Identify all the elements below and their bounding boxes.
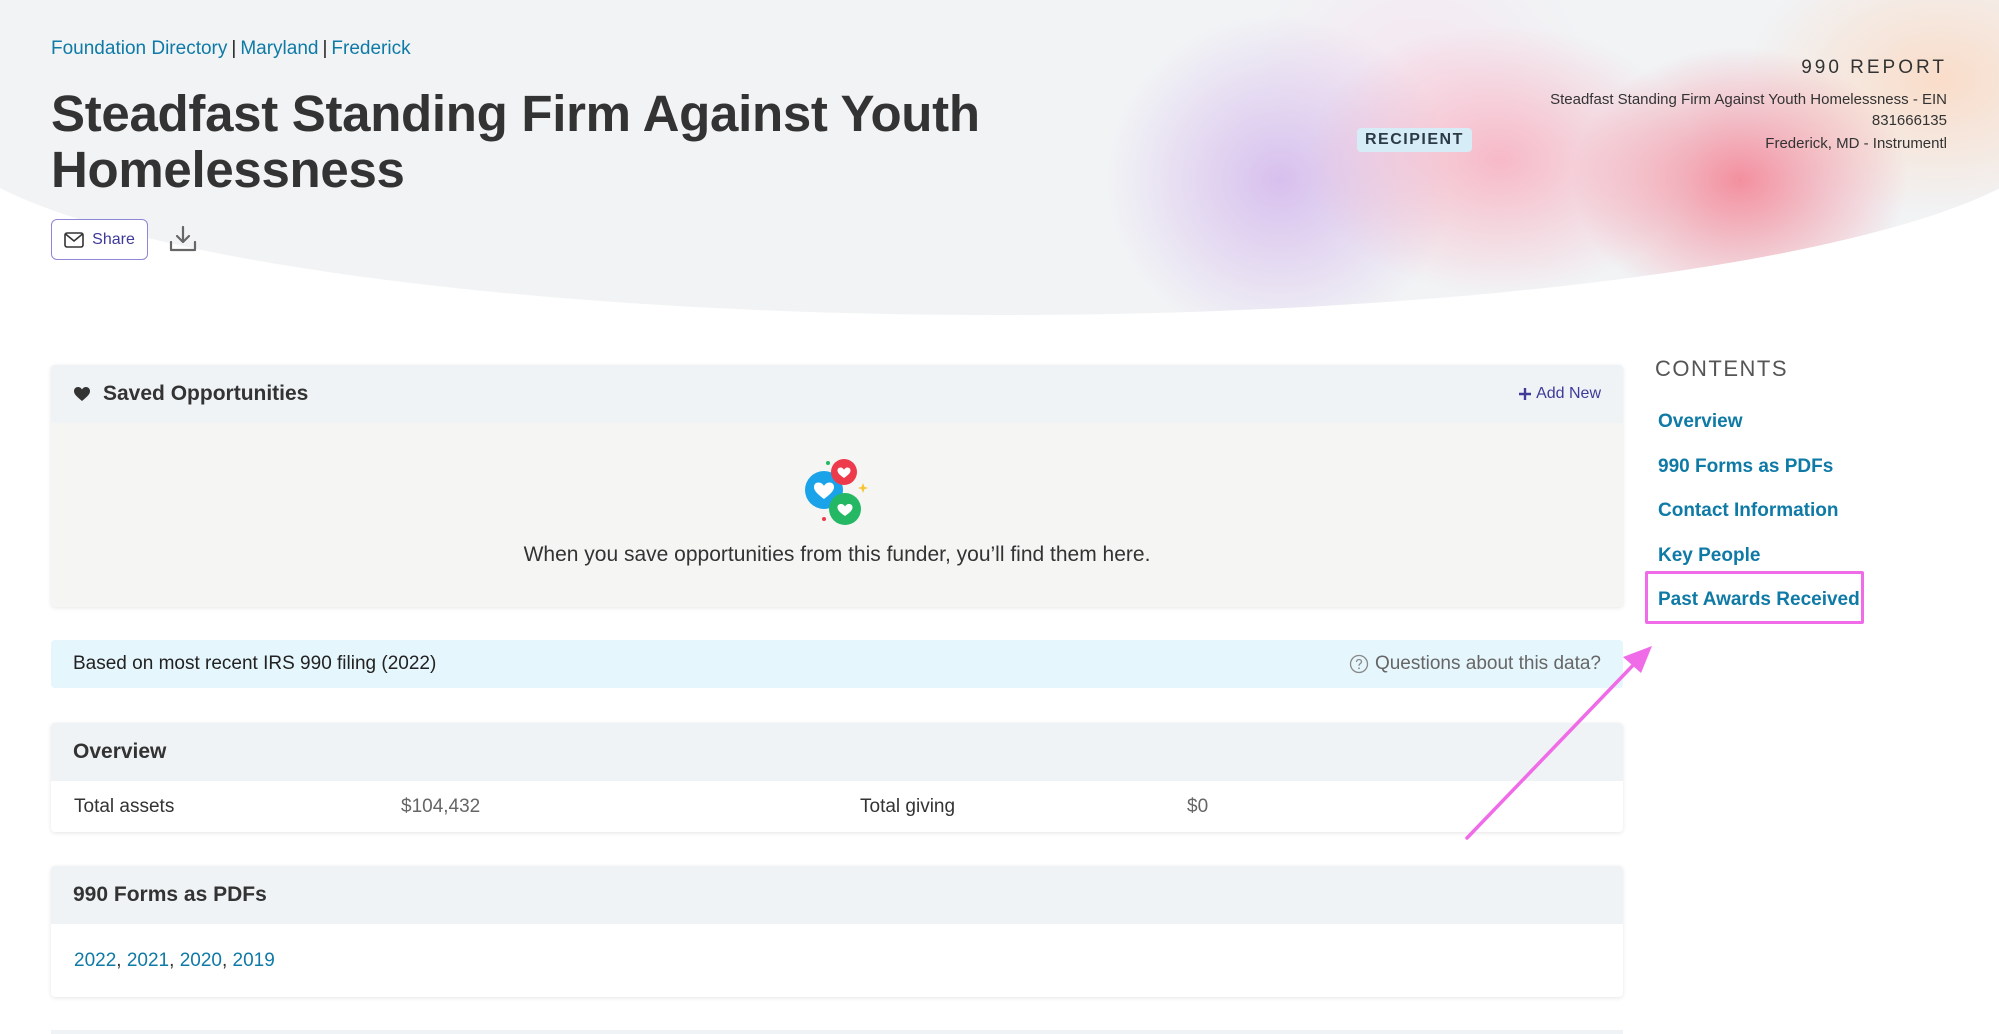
toc-item-990-forms[interactable]: 990 Forms as PDFs — [1658, 450, 1860, 495]
questions-label: Questions about this data? — [1374, 653, 1601, 674]
recipient-badge: RECIPIENT — [1357, 128, 1472, 152]
toc-item-contact-information[interactable]: Contact Information — [1658, 494, 1860, 539]
report-info: 990 REPORT Steadfast Standing Firm Again… — [1527, 57, 1947, 154]
share-button[interactable]: Share — [51, 219, 148, 260]
form-link-2021[interactable]: 2021 — [127, 950, 169, 971]
form-link-2020[interactable]: 2020 — [180, 950, 222, 971]
download-icon[interactable] — [168, 224, 198, 254]
mail-icon — [64, 231, 84, 248]
add-new-button[interactable]: Add New — [1518, 385, 1601, 403]
forms-pdf-card: 990 Forms as PDFs 2022, 2021, 2020, 2019 — [51, 866, 1623, 997]
annotation-highlight-box — [1645, 571, 1864, 624]
saved-opportunities-title: Saved Opportunities — [103, 382, 309, 405]
toc-item-overview[interactable]: Overview — [1658, 405, 1860, 450]
report-ein-number: 831666135 — [1871, 112, 1947, 129]
add-new-label: Add New — [1536, 385, 1601, 402]
report-title: 990 REPORT — [1801, 57, 1947, 78]
plus-icon — [1519, 388, 1532, 400]
breadcrumb-maryland[interactable]: Maryland — [240, 38, 318, 59]
share-label: Share — [92, 230, 135, 248]
breadcrumb-foundation-directory[interactable]: Foundation Directory — [51, 38, 227, 59]
total-giving-value: $0 — [1187, 795, 1209, 817]
next-section-card — [51, 1030, 1623, 1034]
report-location: Frederick, MD - Instrumentl — [1765, 135, 1947, 152]
overview-header: Overview — [51, 723, 1623, 781]
saved-hearts-illustration-icon — [805, 459, 869, 525]
filing-info-text: Based on most recent IRS 990 filing (202… — [73, 653, 437, 674]
breadcrumb-separator: | — [231, 38, 237, 59]
saved-opportunities-card: Saved Opportunities Add New When you sav… — [51, 365, 1623, 607]
heart-icon — [74, 387, 90, 401]
breadcrumb-separator: | — [322, 38, 328, 59]
questions-about-data-link[interactable]: Questions about this data? — [1349, 653, 1601, 675]
total-assets-value: $104,432 — [401, 795, 481, 817]
page-title: Steadfast Standing Firm Against Youth Ho… — [51, 85, 980, 198]
report-org-ein: Steadfast Standing Firm Against Youth Ho… — [1550, 91, 1947, 108]
total-assets-label: Total assets — [74, 795, 175, 817]
overview-card: Overview Total assets $104,432 Total giv… — [51, 723, 1623, 832]
saved-opportunities-empty-message: When you save opportunities from this fu… — [523, 543, 1151, 566]
form-link-2019[interactable]: 2019 — [233, 950, 275, 971]
question-circle-icon — [1349, 654, 1369, 674]
saved-opportunities-header: Saved Opportunities Add New — [51, 365, 1623, 423]
breadcrumb-frederick[interactable]: Frederick — [331, 38, 410, 59]
contents-title: CONTENTS — [1655, 356, 1788, 381]
breadcrumb: Foundation Directory | Maryland | Frederick — [51, 38, 411, 60]
forms-pdf-header: 990 Forms as PDFs — [51, 866, 1623, 924]
form-link-2022[interactable]: 2022 — [74, 950, 116, 971]
overview-row: Total assets $104,432 Total giving $0 — [51, 781, 1623, 832]
total-giving-label: Total giving — [860, 795, 956, 817]
forms-year-links: 2022, 2021, 2020, 2019 — [74, 950, 275, 971]
irs-filing-info-bar: Based on most recent IRS 990 filing (202… — [51, 640, 1623, 688]
